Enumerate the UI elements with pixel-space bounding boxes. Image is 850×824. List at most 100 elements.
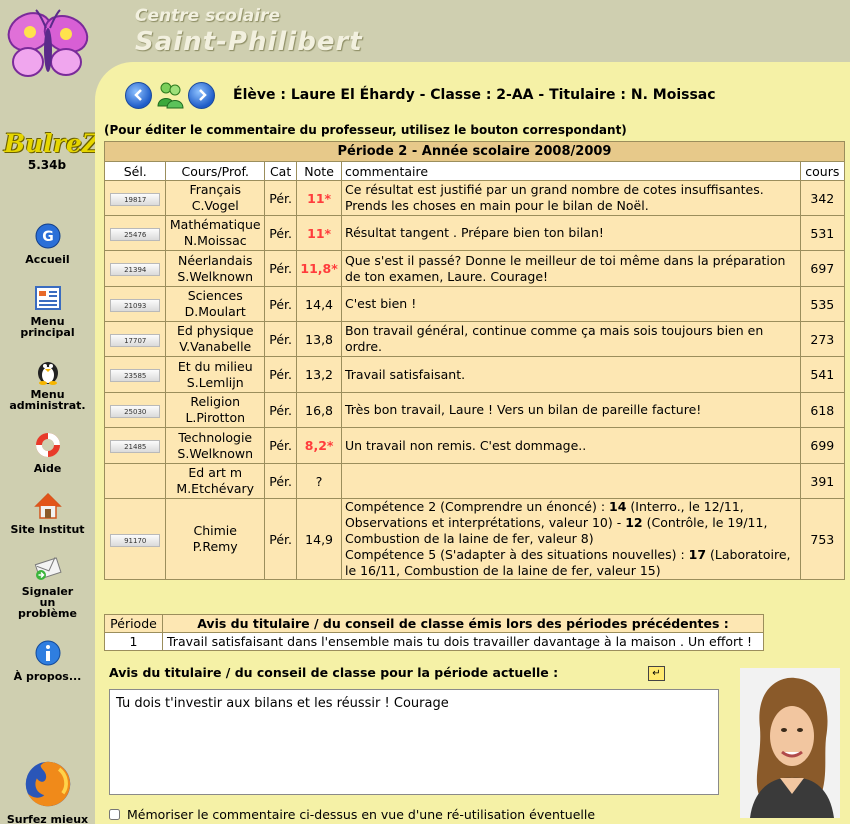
edit-comment-button[interactable]: 21485 <box>110 440 161 453</box>
menu-grid-icon <box>34 286 61 310</box>
note-cell: 8,2* <box>296 427 342 464</box>
note-cell: 13,8 <box>296 321 342 357</box>
category-cell: Pér. <box>263 286 298 322</box>
course-name: Religion <box>190 394 241 409</box>
memorize-option[interactable]: Mémoriser le commentaire ci-dessus en vu… <box>109 807 595 822</box>
nav-label: Surfez mieux <box>6 813 89 824</box>
note-cell: 14,9 <box>296 498 342 580</box>
butterfly-logo-icon <box>2 4 94 90</box>
avis-textarea[interactable]: Tu dois t'investir aux bilans et les réu… <box>109 689 719 795</box>
insert-comment-icon[interactable]: ↵ <box>648 666 665 681</box>
edit-comment-button[interactable]: 19817 <box>110 192 161 206</box>
comment-cell: Ce résultat est justifié par un grand no… <box>340 180 801 216</box>
chevron-right-icon <box>198 89 207 101</box>
previous-student-button[interactable] <box>125 81 152 109</box>
edit-comment-button[interactable]: 21093 <box>110 298 161 312</box>
edit-comment-button[interactable]: 25476 <box>110 227 161 241</box>
nav-menu-principal[interactable]: Menu principal <box>0 284 95 338</box>
edit-comment-button[interactable]: 23585 <box>110 369 161 382</box>
top-banner: Centre scolaire Saint-Philibert <box>0 0 850 62</box>
app-name: BulreZo <box>4 129 117 158</box>
nav-site-institut[interactable]: Site Institut <box>0 492 95 535</box>
sel-cell: 25476 <box>103 215 167 251</box>
students-list-icon[interactable] <box>155 80 185 110</box>
comment-cell: C'est bien ! <box>340 286 801 322</box>
course-name: Mathématique <box>169 217 261 232</box>
nav-label: À propos... <box>13 670 82 683</box>
note-cell: 11* <box>296 180 342 216</box>
prev-avis: Travail satisfaisant dans l'ensemble mai… <box>162 632 764 651</box>
next-student-button[interactable] <box>188 81 215 109</box>
nav-accueil[interactable]: G Accueil <box>0 222 95 265</box>
comment-segment: Compétence 5 (S'adapter à des situations… <box>344 547 689 562</box>
edit-comment-button[interactable]: 25030 <box>110 404 161 418</box>
table-row: 25476 Mathématique N.Moissac Pér. 11* Résulta… <box>103 215 846 251</box>
comment-segment: 12 <box>625 515 643 530</box>
period-title: Période 2 - Année scolaire 2008/2009 <box>104 141 845 162</box>
comment-segment: Compétence 2 (Comprendre un énoncé) : <box>344 499 610 514</box>
nav-menu-administratif[interactable]: Menu administrat. <box>0 357 95 411</box>
nav-signaler-probleme[interactable]: Signaler un problème <box>0 554 95 619</box>
edit-comment-button[interactable]: 21394 <box>110 263 161 276</box>
note-cell: 11,8* <box>296 250 342 287</box>
comment-cell: Bon travail général, continue comme ça m… <box>340 321 801 357</box>
nav-aide[interactable]: Aide <box>0 431 95 474</box>
memorize-checkbox[interactable] <box>109 809 120 820</box>
table-row: 1 Travail satisfaisant dans l'ensemble m… <box>104 632 764 651</box>
course-name: Ed physique <box>176 323 254 338</box>
col-header-note: Note <box>296 161 342 181</box>
note-cell: 16,8 <box>296 392 342 428</box>
info-icon <box>35 640 60 666</box>
comment-cell: Que s'est il passé? Donne le meilleur de… <box>340 250 801 287</box>
teacher-name: S.Welknown <box>177 268 254 284</box>
course-cell: Français C.Vogel <box>165 180 265 216</box>
edit-comment-button[interactable]: 17707 <box>110 333 161 347</box>
nav-label: Signaler un problème <box>18 585 77 620</box>
chevron-left-icon <box>133 89 142 101</box>
note-cell: 14,4 <box>296 286 342 322</box>
course-name: Et du milieu <box>177 358 253 374</box>
col-header-comment: commentaire <box>340 161 801 181</box>
course-name: Technologie <box>178 429 253 445</box>
course-cell: Ed art m M.Etchévary <box>165 463 265 499</box>
col-header-cat: Cat <box>263 161 298 181</box>
teacher-name: C.Vogel <box>191 198 239 213</box>
course-name: Sciences <box>187 288 243 303</box>
nav-a-propos[interactable]: À propos... <box>0 639 95 682</box>
note-cell: 13,2 <box>296 356 342 393</box>
teacher-name: D.Moulart <box>184 304 246 319</box>
category-cell: Pér. <box>263 427 298 464</box>
course-cell: Ed physique V.Vanabelle <box>165 321 265 357</box>
app-brand: BulreZo 5.34b <box>4 129 117 173</box>
home-icon <box>33 492 62 519</box>
svg-text:G: G <box>42 229 54 245</box>
google-icon: G <box>35 223 60 249</box>
category-cell: Pér. <box>263 498 298 580</box>
sel-cell: 21394 <box>103 250 167 287</box>
course-name: Ed art m <box>188 465 243 480</box>
penguin-icon <box>37 362 58 385</box>
grades-table: Période 2 - Année scolaire 2008/2009 Sél… <box>103 141 846 580</box>
table-row: 17707 Ed physique V.Vanabelle Pér. 13,8 Bon t… <box>103 321 846 357</box>
col-header-course: Cours/Prof. <box>165 161 265 181</box>
category-cell: Pér. <box>263 250 298 287</box>
course-cell: Néerlandais S.Welknown <box>165 250 265 287</box>
table-row: 19817 Français C.Vogel Pér. 11* Ce résultat e… <box>103 180 846 216</box>
memorize-label: Mémoriser le commentaire ci-dessus en vu… <box>127 807 596 822</box>
sel-cell: 21485 <box>103 427 167 464</box>
student-header: Élève : Laure El Éhardy - Classe : 2-AA … <box>125 80 716 110</box>
course-cell: Technologie S.Welknown <box>165 427 265 464</box>
category-cell: Pér. <box>263 463 298 499</box>
category-cell: Pér. <box>263 180 298 216</box>
edit-comment-button[interactable]: 91170 <box>110 533 161 547</box>
category-cell: Pér. <box>263 392 298 428</box>
student-photo <box>740 668 840 818</box>
cours-cell: 618 <box>799 392 846 428</box>
cours-cell: 535 <box>799 286 846 322</box>
comment-cell: Un travail non remis. C'est dommage.. <box>340 427 801 464</box>
sel-cell: 91170 <box>103 498 167 580</box>
teacher-name: N.Moissac <box>183 233 247 248</box>
nav-surfez-mieux[interactable]: Surfez mieux <box>0 758 95 824</box>
comment-cell: Très bon travail, Laure ! Vers un bilan … <box>340 392 801 428</box>
sel-cell: 23585 <box>103 356 167 393</box>
